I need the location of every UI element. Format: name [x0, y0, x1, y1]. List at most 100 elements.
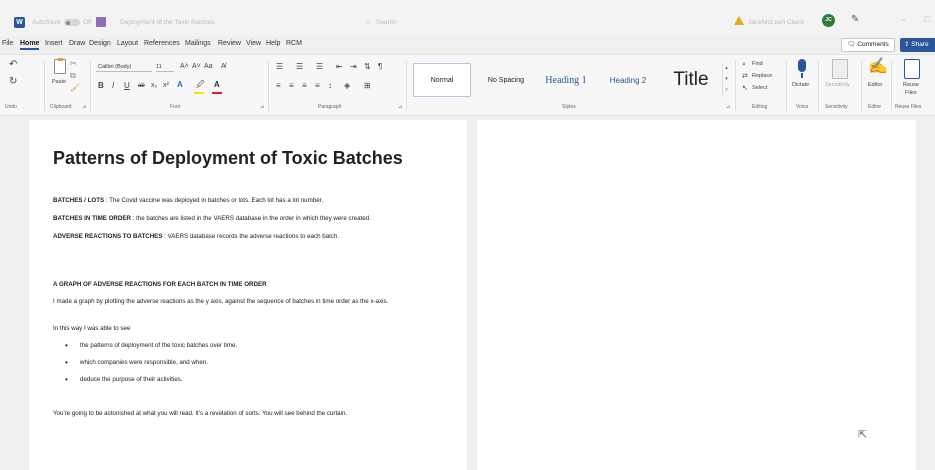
highlight-icon[interactable]: 🖉 — [196, 81, 205, 89]
search-icon: ⌕ — [366, 19, 370, 26]
tab-view[interactable]: View — [246, 40, 261, 47]
decrease-indent-icon[interactable]: ⇤ — [336, 63, 343, 71]
ribbon: ↶ ↻ Undo Paste ✂ ⧉ 🖌 Clipboard ⊿ Calibri… — [0, 54, 935, 116]
document-title: Patterns of Deployment of Toxic Batches — [53, 148, 403, 168]
pen-icon[interactable]: ✎ — [851, 14, 859, 25]
minimize-icon[interactable]: – — [901, 14, 906, 24]
style-normal[interactable]: Normal — [413, 63, 471, 97]
tab-draw[interactable]: Draw — [69, 40, 85, 47]
undo-icon[interactable]: ↶ — [9, 60, 17, 70]
share-button[interactable]: ⇪ Share — [900, 38, 935, 52]
paste-icon[interactable] — [54, 58, 66, 74]
list-item: deduce the purpose of their activities. — [53, 375, 443, 385]
tab-rcm[interactable]: RCM — [286, 40, 302, 47]
autosave-state: Off — [83, 19, 92, 26]
sensitivity-button[interactable]: Sensitivity — [825, 82, 850, 88]
warning-icon[interactable] — [734, 16, 744, 25]
tab-file[interactable]: File — [2, 40, 13, 47]
tab-references[interactable]: References — [144, 40, 180, 47]
comments-button[interactable]: 🗨 Comments — [841, 38, 895, 52]
clear-formatting-icon[interactable]: A̸ — [221, 63, 226, 70]
cut-icon[interactable]: ✂ — [70, 60, 77, 68]
align-right-icon[interactable]: ≡ — [302, 82, 307, 90]
replace-icon[interactable]: ⇄ — [742, 73, 748, 80]
search-box[interactable]: ⌕ Search — [340, 14, 470, 29]
save-icon[interactable] — [96, 17, 106, 27]
microphone-icon[interactable] — [794, 59, 810, 79]
style-heading-1[interactable]: Heading 1 — [537, 63, 595, 97]
increase-indent-icon[interactable]: ⇥ — [350, 63, 357, 71]
find-button[interactable]: Find — [752, 61, 763, 67]
align-center-icon[interactable]: ≡ — [289, 82, 294, 90]
paragraph-intro-list: In this way I was able to see — [53, 325, 131, 332]
style-no-spacing[interactable]: No Spacing — [480, 63, 532, 97]
sensitivity-group-label: Sensitivity — [825, 104, 848, 110]
strikethrough-icon[interactable]: ab — [138, 83, 145, 89]
ribbon-tabs: File Home Insert Draw Design Layout Refe… — [0, 38, 935, 52]
mouse-cursor-icon: ⇱ — [858, 429, 868, 441]
reuse-button-line1[interactable]: Reuse — [903, 82, 919, 88]
avatar[interactable]: JC — [822, 14, 835, 27]
paragraph-launcher-icon[interactable]: ⊿ — [398, 104, 402, 110]
font-color-icon[interactable]: A — [214, 81, 220, 89]
tab-insert[interactable]: Insert — [45, 40, 63, 47]
numbering-icon[interactable]: ☰ — [296, 63, 303, 71]
title-bar: W AutoSave Off Deployment of the Toxic B… — [0, 0, 935, 36]
tab-mailings[interactable]: Mailings — [185, 40, 211, 47]
select-button[interactable]: Select — [752, 85, 767, 91]
style-heading-2[interactable]: Heading 2 — [600, 63, 656, 97]
justify-icon[interactable]: ≡ — [315, 82, 320, 90]
document-page[interactable]: Patterns of Deployment of Toxic Batches … — [29, 120, 467, 470]
find-icon[interactable]: ⌕ — [742, 61, 746, 68]
autosave-toggle[interactable] — [64, 19, 80, 26]
show-marks-icon[interactable]: ¶ — [378, 63, 382, 71]
format-painter-icon[interactable]: 🖌 — [70, 84, 80, 92]
restore-icon[interactable]: □ — [924, 14, 929, 24]
bold-icon[interactable]: B — [98, 82, 104, 90]
search-placeholder: Search — [376, 19, 397, 26]
text-effects-icon[interactable]: A — [177, 81, 183, 89]
dictate-button[interactable]: Dictate — [792, 82, 809, 88]
sort-icon[interactable]: ⇅ — [364, 63, 371, 71]
editor-icon[interactable]: ✍ — [868, 59, 888, 75]
user-name[interactable]: JaneMcLean Claire — [748, 19, 804, 26]
redo-icon[interactable]: ↻ — [9, 77, 17, 87]
separator — [44, 61, 45, 111]
styles-launcher-icon[interactable]: ⊿ — [726, 104, 730, 110]
style-title[interactable]: Title — [663, 63, 719, 97]
document-page-blank[interactable] — [477, 120, 916, 470]
tab-layout[interactable]: Layout — [117, 40, 138, 47]
tab-review[interactable]: Review — [218, 40, 241, 47]
change-case-icon[interactable]: Aa — [204, 63, 213, 70]
grow-font-icon[interactable]: A˄ — [180, 63, 189, 70]
tab-help[interactable]: Help — [266, 40, 280, 47]
tab-home[interactable]: Home — [20, 40, 40, 50]
sensitivity-icon[interactable] — [832, 59, 848, 79]
line-spacing-icon[interactable]: ↕ — [328, 82, 332, 90]
editor-button[interactable]: Editor — [868, 82, 882, 88]
clipboard-launcher-icon[interactable]: ⊿ — [82, 104, 86, 110]
font-size-select[interactable]: 11 — [156, 62, 174, 72]
shading-icon[interactable]: ◈ — [344, 82, 350, 90]
tab-design[interactable]: Design — [89, 40, 111, 47]
borders-icon[interactable]: ⊞ — [364, 82, 371, 90]
font-launcher-icon[interactable]: ⊿ — [260, 104, 264, 110]
copy-icon[interactable]: ⧉ — [70, 72, 76, 80]
shrink-font-icon[interactable]: A˅ — [192, 63, 201, 70]
styles-scroll[interactable]: ▴ ▾ ▿ — [722, 63, 730, 97]
paste-label[interactable]: Paste — [52, 79, 66, 85]
replace-button[interactable]: Replace — [752, 73, 772, 79]
font-name-select[interactable]: Calibri (Body) — [96, 62, 152, 72]
bullets-icon[interactable]: ☰ — [276, 63, 283, 71]
multilevel-list-icon[interactable]: ☰ — [316, 63, 323, 71]
select-icon[interactable]: ↖ — [742, 85, 748, 92]
underline-icon[interactable]: U — [124, 82, 130, 90]
superscript-icon[interactable]: x² — [163, 82, 169, 89]
align-left-icon[interactable]: ≡ — [276, 82, 281, 90]
reuse-files-icon[interactable] — [904, 59, 920, 79]
document-name[interactable]: Deployment of the Toxic Batches — [120, 19, 215, 26]
editor-group-label: Editor — [868, 104, 882, 110]
italic-icon[interactable]: I — [112, 82, 114, 90]
reuse-button-line2[interactable]: Files — [905, 90, 917, 96]
subscript-icon[interactable]: x₂ — [151, 82, 157, 89]
